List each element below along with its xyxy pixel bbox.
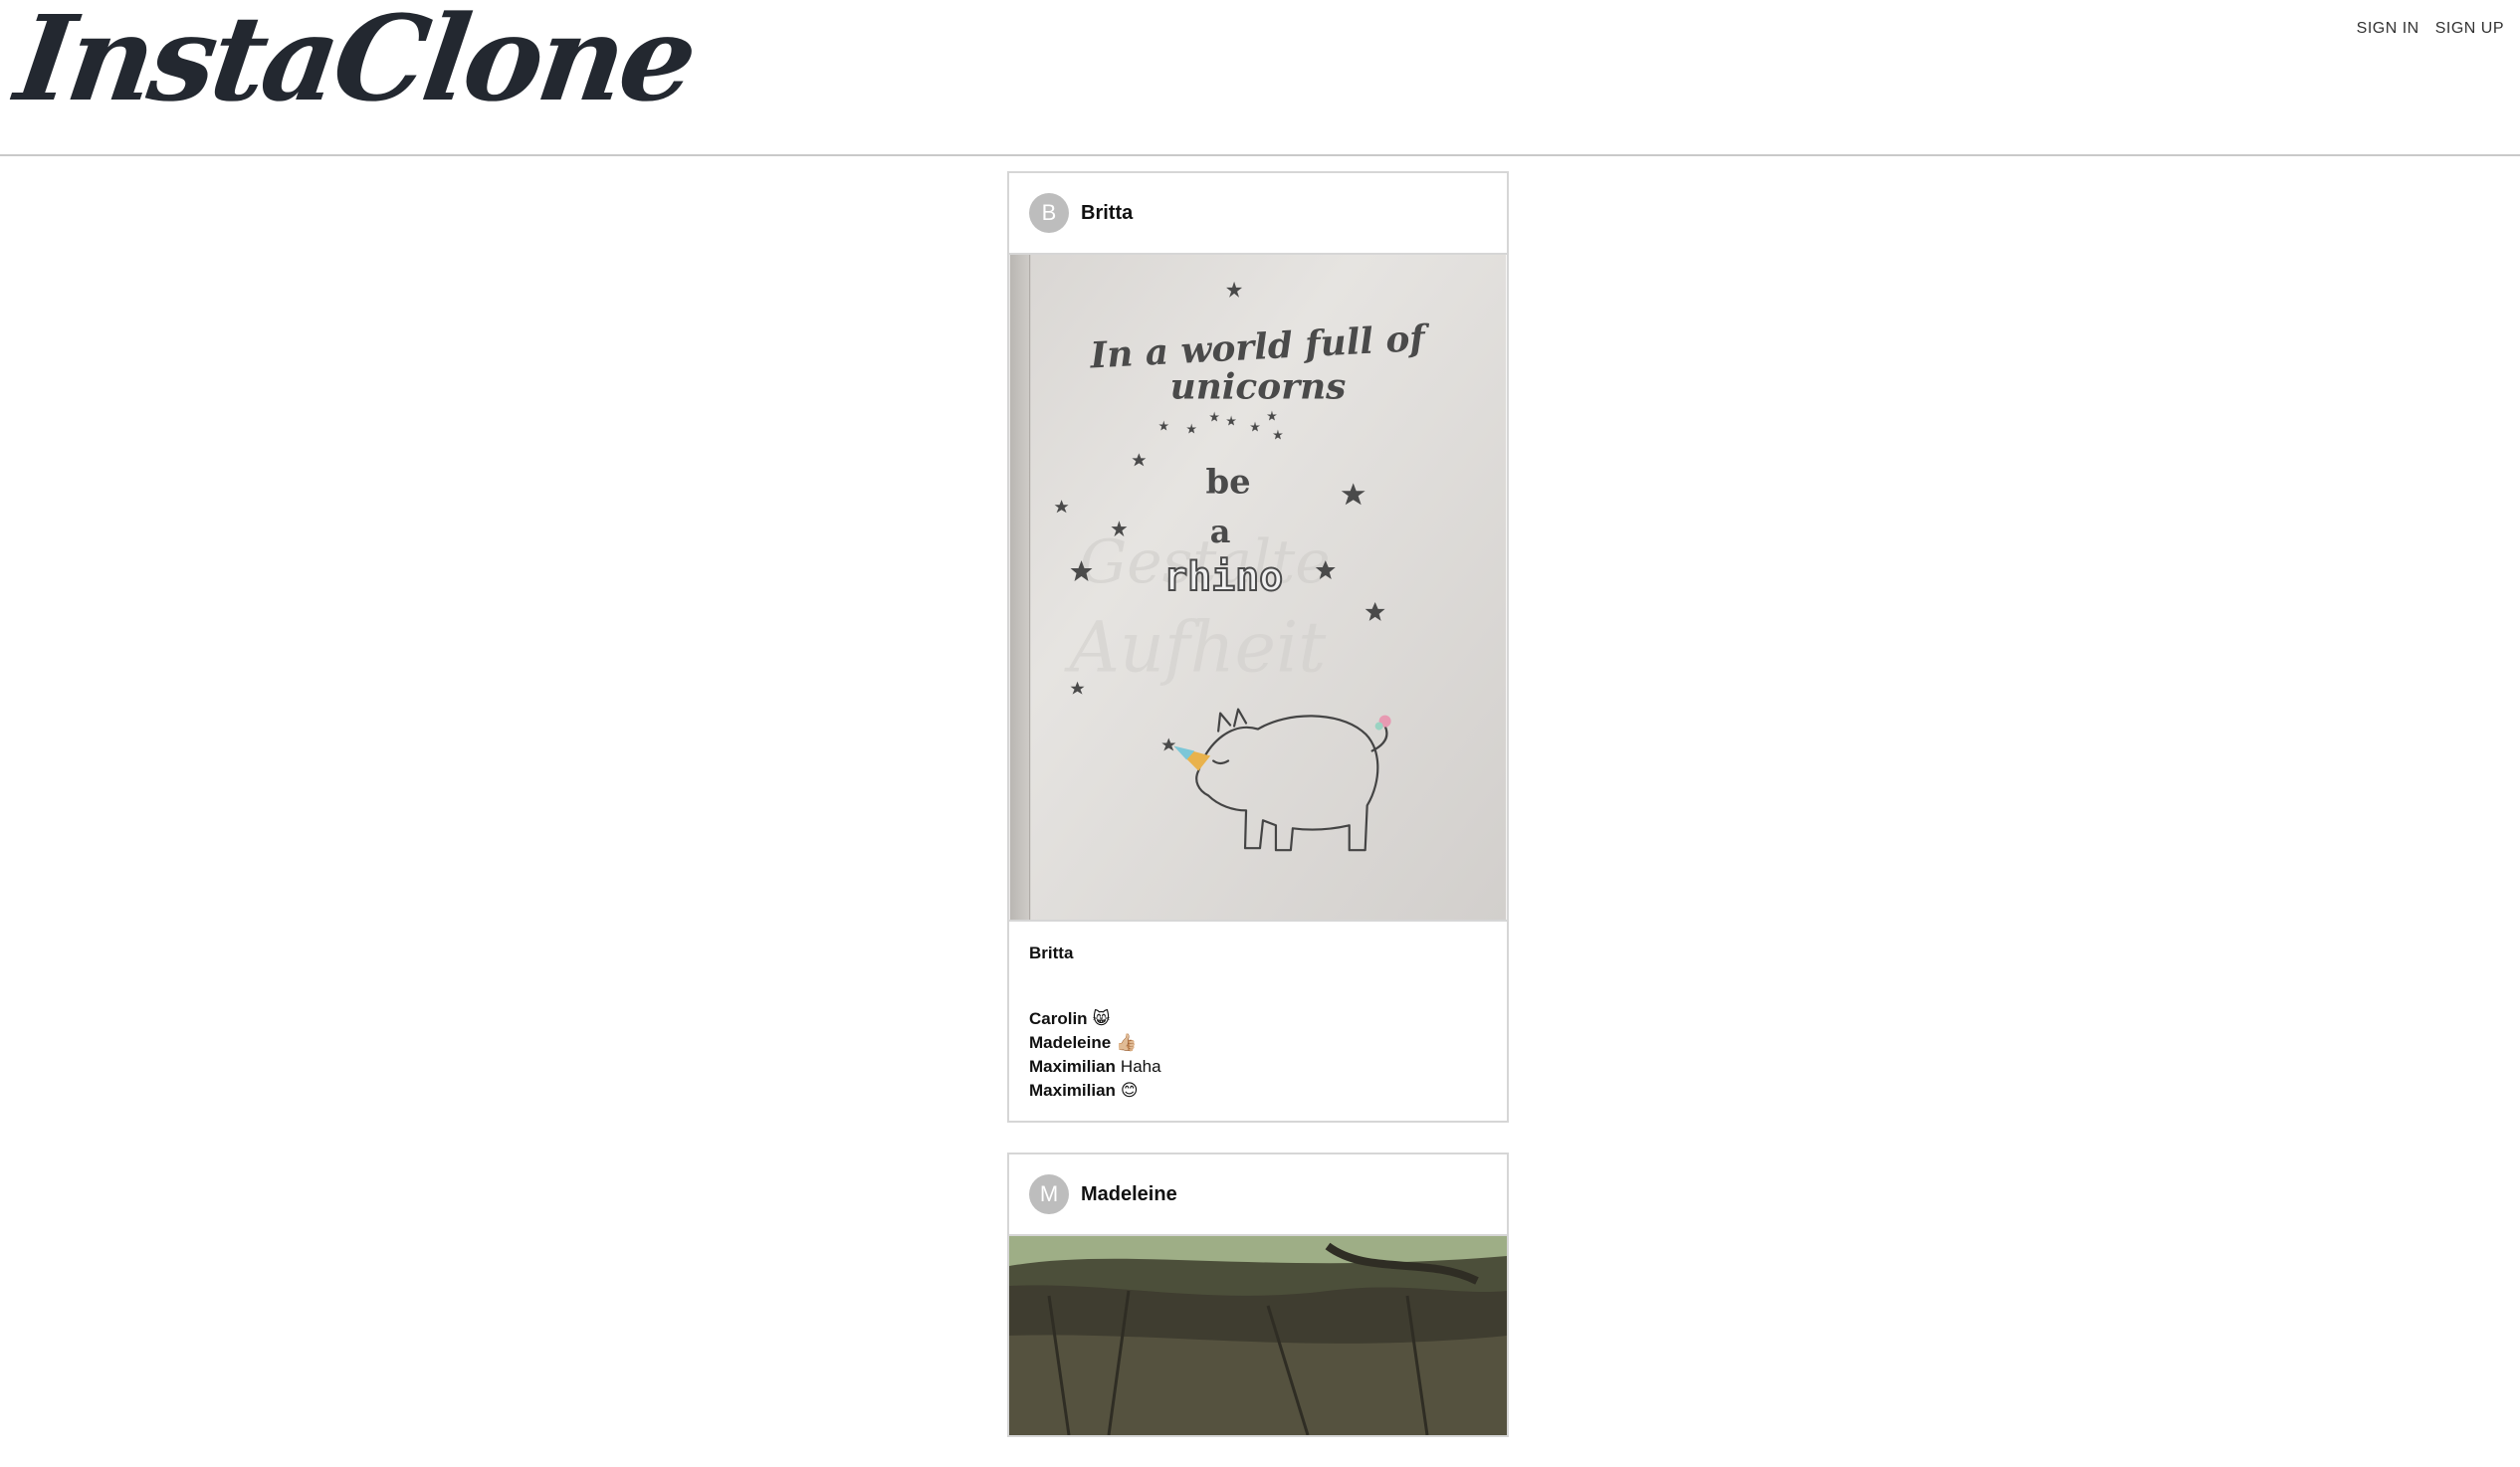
post-card: M Madeleine: [1007, 1153, 1509, 1437]
image-text-line2: unicorns: [1170, 366, 1347, 408]
comment-username[interactable]: Carolin: [1029, 1009, 1088, 1028]
image-text-line4: a: [1210, 513, 1231, 550]
post-header: M Madeleine: [1009, 1154, 1507, 1236]
post-card: B Britta Gestalte Aufheit In a world ful…: [1007, 171, 1509, 1123]
app-logo[interactable]: InstaClone: [9, 0, 702, 127]
comment-text: 😸: [1092, 1009, 1111, 1028]
post-image[interactable]: [1009, 1236, 1507, 1435]
svg-text:Aufheit: Aufheit: [1064, 608, 1328, 689]
auth-nav: SIGN IN SIGN UP: [2357, 16, 2504, 42]
post-username[interactable]: Madeleine: [1081, 1183, 1177, 1206]
comment: Carolin 😸: [1029, 1007, 1487, 1031]
comment-text: 👍🏼: [1116, 1033, 1138, 1052]
comment-username[interactable]: Maximilian: [1029, 1057, 1116, 1076]
comment: Maximilian Haha: [1029, 1055, 1487, 1079]
image-text-line3: be: [1205, 461, 1250, 501]
comment-text: Haha: [1120, 1057, 1161, 1076]
sign-up-link[interactable]: SIGN UP: [2435, 16, 2504, 42]
sign-in-link[interactable]: SIGN IN: [2357, 16, 2419, 42]
app-header: InstaClone SIGN IN SIGN UP: [0, 0, 2520, 156]
comment: Madeleine 👍🏼: [1029, 1031, 1487, 1055]
image-text-line5: rhino: [1163, 554, 1283, 600]
post-image[interactable]: Gestalte Aufheit In a world full of unic…: [1009, 255, 1507, 922]
comment: Maximilian 😊: [1029, 1079, 1487, 1103]
comment-username[interactable]: Madeleine: [1029, 1033, 1111, 1052]
post-feed: B Britta Gestalte Aufheit In a world ful…: [1007, 171, 1509, 1467]
post-body: Britta Carolin 😸 Madeleine 👍🏼 Maximilian Ha…: [1009, 922, 1507, 1121]
caption-username[interactable]: Britta: [1029, 943, 1487, 963]
avatar[interactable]: B: [1029, 193, 1069, 233]
post-header: B Britta: [1009, 173, 1507, 255]
comments-list: Carolin 😸 Madeleine 👍🏼 Maximilian Haha Maxi…: [1029, 1007, 1487, 1103]
post-username[interactable]: Britta: [1081, 202, 1133, 225]
avatar[interactable]: M: [1029, 1174, 1069, 1214]
comment-text: 😊: [1120, 1081, 1139, 1100]
comment-username[interactable]: Maximilian: [1029, 1081, 1116, 1100]
